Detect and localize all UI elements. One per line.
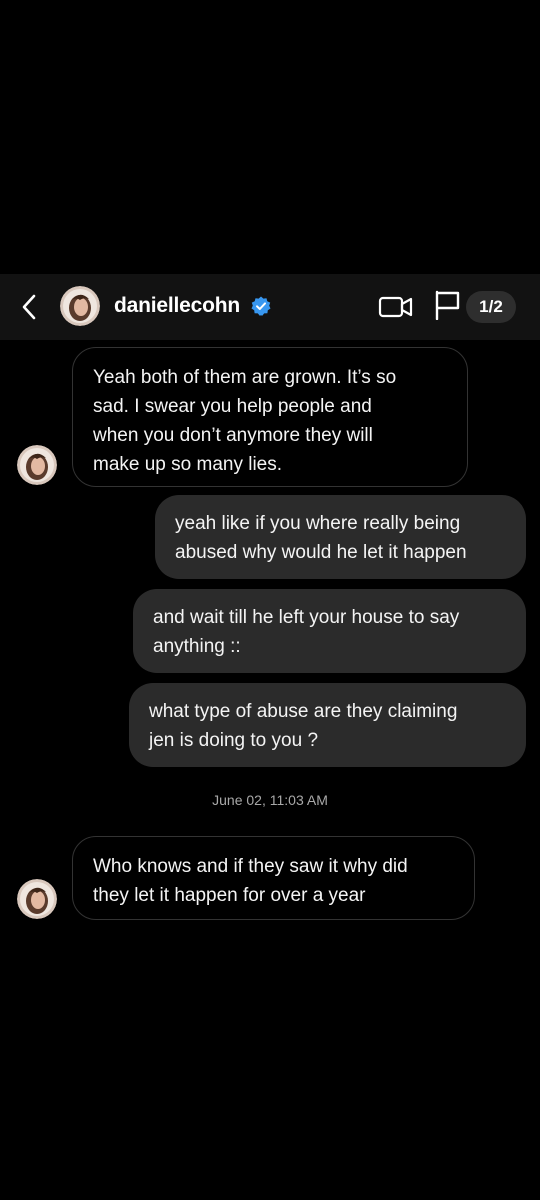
message-timestamp: June 02, 11:03 AM (212, 792, 328, 808)
message-line: when you don’t anymore they will (93, 425, 373, 446)
message-line: Who knows and if they saw it why did (93, 856, 408, 877)
dm-thread-screen: daniellecohn 1/2 Yeah both of them are g… (0, 0, 540, 1200)
message-line: they let it happen for over a year (93, 885, 366, 906)
message-line: abused why would he let it happen (175, 542, 467, 563)
message-line: yeah like if you where really being (175, 513, 461, 534)
incoming-message[interactable]: Yeah both of them are grown. It’s so sad… (72, 347, 468, 487)
report-button[interactable] (434, 290, 462, 321)
chat-username[interactable]: daniellecohn (114, 294, 240, 318)
message-line: anything :: (153, 636, 241, 657)
flag-icon (435, 290, 460, 321)
incoming-message[interactable]: Who knows and if they saw it why did the… (72, 836, 475, 920)
message-line: Yeah both of them are grown. It’s so (93, 367, 397, 388)
message-line: and wait till he left your house to say (153, 607, 460, 628)
outgoing-message[interactable]: yeah like if you where really being abus… (155, 495, 526, 579)
page-indicator: 1/2 (466, 291, 516, 323)
sender-avatar[interactable] (17, 445, 57, 485)
video-call-button[interactable] (378, 294, 414, 320)
message-line: sad. I swear you help people and (93, 396, 372, 417)
video-camera-icon (378, 296, 413, 318)
chat-header: daniellecohn 1/2 (0, 274, 540, 340)
back-button[interactable] (14, 290, 44, 324)
header-avatar[interactable] (60, 286, 100, 326)
message-line: make up so many lies. (93, 454, 283, 475)
message-line: jen is doing to you ? (149, 730, 319, 751)
sender-avatar[interactable] (17, 879, 57, 919)
outgoing-message[interactable]: what type of abuse are they claiming jen… (129, 683, 526, 767)
chevron-left-icon (22, 294, 36, 320)
outgoing-message[interactable]: and wait till he left your house to say … (133, 589, 526, 673)
verified-badge-icon (251, 296, 271, 316)
message-line: what type of abuse are they claiming (149, 701, 458, 722)
